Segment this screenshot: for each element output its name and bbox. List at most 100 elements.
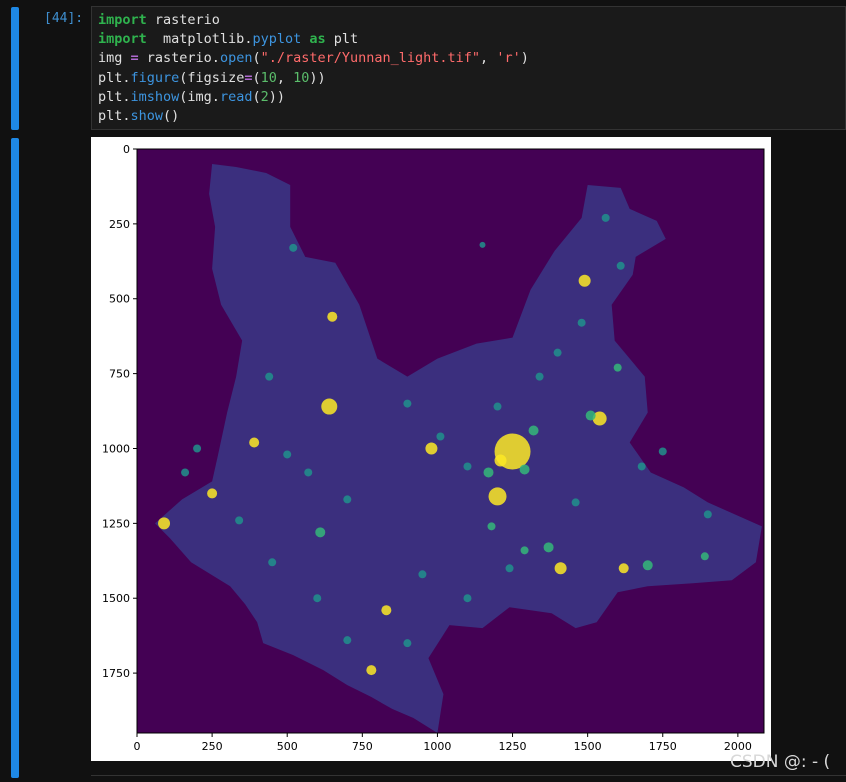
city-light xyxy=(613,363,622,372)
city-light xyxy=(505,564,514,573)
city-light xyxy=(289,243,298,252)
code-token: plt. xyxy=(98,108,131,125)
city-light xyxy=(343,495,352,504)
city-light xyxy=(520,546,529,555)
code-token: img xyxy=(98,50,131,67)
city-light xyxy=(403,399,412,408)
city-light xyxy=(483,467,494,478)
y-tick-label: 250 xyxy=(109,218,130,231)
city-light xyxy=(553,348,562,357)
city-light xyxy=(268,558,277,567)
city-light xyxy=(315,527,326,538)
code-token: plt xyxy=(325,31,359,48)
csdn-watermark: CSDN @: - ( xyxy=(730,752,831,772)
city-light xyxy=(403,639,412,648)
city-light xyxy=(327,311,338,322)
code-token: figure xyxy=(130,69,180,86)
code-token: imshow xyxy=(130,88,180,105)
y-tick-label: 1000 xyxy=(102,442,130,455)
code-token: 10 xyxy=(293,69,310,86)
code-token: )) xyxy=(309,69,326,86)
x-tick-label: 1000 xyxy=(423,740,451,753)
x-tick-label: 1750 xyxy=(649,740,677,753)
code-token: ( xyxy=(252,50,261,67)
code-token: pyplot xyxy=(252,31,302,48)
city-light xyxy=(601,213,610,222)
city-light xyxy=(700,552,709,561)
city-light xyxy=(494,454,507,467)
city-light xyxy=(571,498,580,507)
city-light xyxy=(265,372,274,381)
city-light xyxy=(249,437,260,448)
x-tick-label: 250 xyxy=(202,740,223,753)
y-tick-label: 1250 xyxy=(102,517,130,530)
city-light xyxy=(618,563,629,574)
code-token: matplotlib. xyxy=(146,31,253,48)
code-token: import xyxy=(98,12,147,28)
code-line: plt.show() xyxy=(98,107,839,126)
y-tick-label: 1500 xyxy=(102,592,130,605)
city-light xyxy=(235,516,244,525)
city-light xyxy=(578,274,591,287)
city-light xyxy=(283,450,292,459)
code-token: as xyxy=(309,31,326,48)
code-token: show xyxy=(130,108,164,125)
code-token: , xyxy=(276,69,294,86)
x-tick-label: 1500 xyxy=(574,740,602,753)
city-light xyxy=(637,462,646,471)
code-token: read xyxy=(219,88,253,105)
city-light xyxy=(519,464,530,475)
code-line: plt.figure(figsize=(10, 10)) xyxy=(98,69,839,88)
city-light xyxy=(181,468,190,477)
cell-divider xyxy=(91,775,846,776)
y-tick-label: 500 xyxy=(109,293,130,306)
city-light xyxy=(425,442,438,455)
code-token: (figsize xyxy=(179,69,245,86)
code-token: ( xyxy=(252,88,261,105)
city-light xyxy=(207,488,218,499)
imshow-plot: 0 250 500 750 1000 1250 1500 1750 20000250500750… xyxy=(102,143,765,753)
city-light xyxy=(493,402,502,411)
city-light xyxy=(304,468,313,477)
city-light xyxy=(554,562,567,575)
city-light xyxy=(642,560,653,571)
city-light xyxy=(658,447,667,456)
city-light xyxy=(703,510,712,519)
code-token: ) xyxy=(520,50,529,67)
code-token: import xyxy=(98,31,147,48)
code-token: plt. xyxy=(98,88,131,105)
city-light xyxy=(158,517,171,530)
city-light xyxy=(488,487,507,506)
city-light xyxy=(487,522,496,531)
city-light xyxy=(463,462,472,471)
plot-output: 0 250 500 750 1000 1250 1500 1750 2000 0 250 500 750… xyxy=(91,137,771,761)
x-tick-label: 750 xyxy=(352,740,373,753)
city-light xyxy=(321,398,338,415)
y-tick-label: 1750 xyxy=(102,667,130,680)
input-cell-indicator[interactable] xyxy=(11,7,19,130)
code-token: 10 xyxy=(260,69,277,86)
city-light xyxy=(436,432,445,441)
code-token: rasterio. xyxy=(138,50,220,67)
city-light xyxy=(193,444,202,453)
code-token: )) xyxy=(268,88,285,105)
city-light xyxy=(616,261,625,270)
x-tick-label: 500 xyxy=(277,740,298,753)
code-token: "./raster/Yunnan_light.tif" xyxy=(260,50,481,67)
city-light xyxy=(381,605,392,616)
code-token: ( xyxy=(252,69,261,86)
city-light xyxy=(577,318,586,327)
code-token: () xyxy=(163,108,180,125)
city-light xyxy=(543,542,554,553)
code-line: plt.imshow(img.read(2)) xyxy=(98,88,839,107)
code-editor[interactable]: import rasterio import matplotlib.pyplot … xyxy=(91,6,846,130)
output-cell-indicator[interactable] xyxy=(11,138,19,778)
code-token: rasterio xyxy=(146,12,220,28)
y-tick-label: 0 xyxy=(123,143,130,156)
code-line: import matplotlib.pyplot as plt xyxy=(98,30,839,49)
code-line: img = rasterio.open("./raster/Yunnan_lig… xyxy=(98,49,839,68)
code-token: 'r' xyxy=(496,50,521,67)
code-line: import rasterio xyxy=(98,11,839,30)
city-light xyxy=(528,425,539,436)
x-tick-label: 0 xyxy=(134,740,141,753)
